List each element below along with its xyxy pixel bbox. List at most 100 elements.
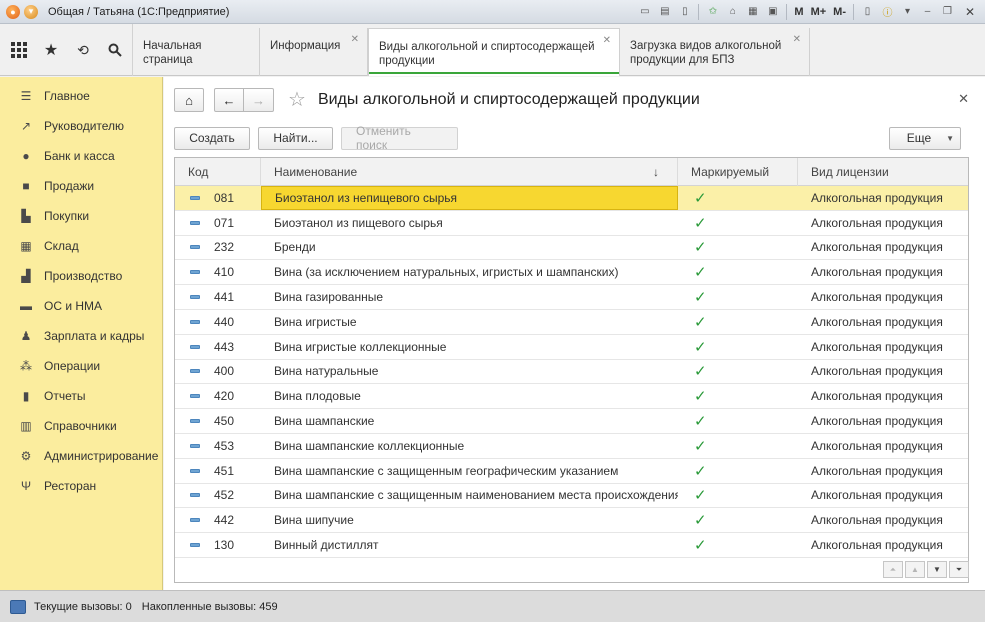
print-icon[interactable]: ▤ <box>656 3 673 20</box>
sidebar-item-restaurant[interactable]: Ψ Ресторан <box>0 471 162 501</box>
document-icon[interactable]: ▯ <box>676 3 693 20</box>
cancel-search-button[interactable]: Отменить поиск <box>341 124 458 152</box>
cell-name: Биоэтанол из непищевого сырья <box>261 186 678 210</box>
cell-marked: ✓ <box>678 409 798 433</box>
table-row[interactable]: 443 Вина игристые коллекционные ✓ Алкогольн… <box>175 335 968 360</box>
table-row[interactable]: 442 Вина шипучие ✓ Алкогольная продукция <box>175 508 968 534</box>
star-icon[interactable]: ★ <box>42 41 60 59</box>
sidebar-item-label: Руководителю <box>44 119 125 133</box>
tab-load-alcohol-types[interactable]: Загрузка видов алкогольной продукции для… <box>620 28 810 76</box>
table-scroll-buttons: ⏶ ▲ ▼ ⏷ <box>883 561 969 578</box>
history-icon[interactable]: ⌂ <box>724 3 741 20</box>
sidebar-item-reports[interactable]: ▮ Отчеты <box>0 381 162 411</box>
tab-info[interactable]: Информация ✕ <box>260 28 368 76</box>
info-icon[interactable]: ⓘ <box>879 3 896 20</box>
sidebar-item-admin[interactable]: ⚙ Администрирование <box>0 441 162 471</box>
memory-button[interactable]: M <box>792 3 805 20</box>
close-icon[interactable]: ✕ <box>603 34 611 48</box>
cell-code: 443 <box>175 335 261 359</box>
table-row[interactable]: 453 Вина шампанские коллекционные ✓ Алкогол… <box>175 434 968 459</box>
code-value: 450 <box>214 414 235 429</box>
home-button[interactable]: ⌂ <box>174 88 204 112</box>
sidebar-item-label: ОС и НМА <box>44 299 103 313</box>
column-header-license[interactable]: Вид лицензии <box>798 158 968 186</box>
tab-home[interactable]: Начальная страница <box>133 28 260 76</box>
titlebar-tools: ▭ ▤ ▯ ✩ ⌂ ▦ ▣ M M+ M- ▯ ⓘ ▾ – ❐ ✕ <box>636 3 981 20</box>
find-button[interactable]: Найти... <box>258 126 333 150</box>
window-title: Общая / Татьяна (1С:Предприятие) <box>48 5 230 18</box>
back-button[interactable]: ← <box>214 88 244 112</box>
table-row[interactable]: 452 Вина шампанские с защищенным наименов… <box>175 484 968 509</box>
minimize-icon[interactable]: – <box>919 3 936 20</box>
column-header-code[interactable]: Код <box>175 158 261 186</box>
sidebar-item-catalogs[interactable]: ▥ Справочники <box>0 411 162 441</box>
catalog-item-icon <box>190 295 200 300</box>
calculator-icon[interactable]: ▣ <box>764 3 781 20</box>
checkmark-icon: ✓ <box>694 462 707 480</box>
sidebar-item-assets[interactable]: ▬ ОС и НМА <box>0 291 162 321</box>
tab-alcohol-types[interactable]: Виды алкогольной и спиртосодержащей прод… <box>368 28 620 76</box>
table-row[interactable]: 451 Вина шампанские с защищенным географи… <box>175 459 968 484</box>
create-button[interactable]: Создать <box>174 126 250 150</box>
cell-license: Алкогольная продукция <box>811 513 943 528</box>
app-menu-icon[interactable]: ▾ <box>24 4 38 19</box>
memory-subtract-button[interactable]: M- <box>831 3 848 20</box>
table-row[interactable]: 081 Биоэтанол из непищевого сырья ✓ Алкогол… <box>175 186 968 211</box>
table-row[interactable]: 440 Вина игристые ✓ Алкогольная продукция <box>175 310 968 335</box>
save-icon[interactable]: ▭ <box>636 3 653 20</box>
sidebar-item-label: Отчеты <box>44 389 86 403</box>
scroll-down-icon[interactable]: ▼ <box>927 561 947 578</box>
cell-marked: ✓ <box>678 335 798 359</box>
close-icon[interactable]: ✕ <box>351 33 359 47</box>
sidebar-item-salary[interactable]: ♟ Зарплата и кадры <box>0 321 162 351</box>
book-icon: ▥ <box>20 419 32 433</box>
table-row[interactable]: 450 Вина шампанские ✓ Алкогольная продукция <box>175 409 968 434</box>
catalog-item-icon <box>190 220 200 225</box>
sidebar-item-manager[interactable]: ↗ Руководителю <box>0 111 162 141</box>
sidebar-item-bank[interactable]: ● Банк и касса <box>0 141 162 171</box>
sidebar-item-production[interactable]: ▟ Производство <box>0 261 162 291</box>
table-row[interactable]: 420 Вина плодовые ✓ Алкогольная продукция <box>175 384 968 410</box>
column-header-name[interactable]: Наименование ↓ <box>261 158 678 186</box>
calendar-icon[interactable]: ▦ <box>744 3 761 20</box>
sidebar-item-sales[interactable]: ■ Продажи <box>0 171 162 201</box>
apps-grid-icon[interactable] <box>10 41 28 59</box>
cell-license: Алкогольная продукция <box>811 215 943 230</box>
scroll-last-icon[interactable]: ⏷ <box>949 561 969 578</box>
favorite-star-icon[interactable]: ☆ <box>288 90 306 110</box>
memory-add-button[interactable]: M+ <box>809 3 829 20</box>
forward-button[interactable]: → <box>244 88 274 112</box>
restore-icon[interactable]: ❐ <box>939 3 956 20</box>
cell-license: Алкогольная продукция <box>811 414 943 429</box>
sidebar-item-warehouse[interactable]: ▦ Склад <box>0 231 162 261</box>
column-header-marked[interactable]: Маркируемый <box>678 158 798 186</box>
data-table[interactable]: Код Наименование ↓ Маркируемый Вид лицен… <box>174 157 969 583</box>
close-icon[interactable]: ✕ <box>959 3 981 20</box>
sidebar-item-operations[interactable]: ⁂ Операции <box>0 351 162 381</box>
panel-icon[interactable]: ▯ <box>859 3 876 20</box>
more-button[interactable]: Еще ▼ <box>889 126 961 150</box>
history-icon[interactable]: ⟲ <box>74 41 92 59</box>
search-icon[interactable] <box>106 41 124 59</box>
table-row[interactable]: 232 Бренди ✓ Алкогольная продукция <box>175 236 968 261</box>
table-row[interactable]: 410 Вина (за исключением натуральных, игр… <box>175 260 968 286</box>
catalog-item-icon <box>190 344 200 349</box>
table-row[interactable]: 400 Вина натуральные ✓ Алкогольная продукци… <box>175 360 968 385</box>
table-row[interactable]: 130 Винный дистиллят ✓ Алкогольная продукци… <box>175 533 968 558</box>
status-bar: Текущие вызовы: 0 Накопленные вызовы: 45… <box>0 590 985 622</box>
catalog-item-icon <box>190 419 200 424</box>
chevron-down-icon[interactable]: ▾ <box>899 3 916 20</box>
catalog-item-icon <box>190 493 200 498</box>
scroll-up-icon[interactable]: ▲ <box>905 561 925 578</box>
table-row[interactable]: 071 Биоэтанол из пищевого сырья ✓ Алкогольн… <box>175 211 968 236</box>
favorite-icon[interactable]: ✩ <box>704 3 721 20</box>
sidebar-item-purchases[interactable]: ▙ Покупки <box>0 201 162 231</box>
sidebar-item-label: Справочники <box>44 419 117 433</box>
sidebar-item-main[interactable]: ☰ Главное <box>0 81 162 111</box>
close-icon[interactable]: ✕ <box>958 91 969 107</box>
calls-icon[interactable] <box>10 599 26 614</box>
close-icon[interactable]: ✕ <box>793 33 801 47</box>
app-logo-icon[interactable]: ● <box>6 4 20 19</box>
table-row[interactable]: 441 Вина газированные ✓ Алкогольная продукц… <box>175 285 968 310</box>
scroll-first-icon[interactable]: ⏶ <box>883 561 903 578</box>
